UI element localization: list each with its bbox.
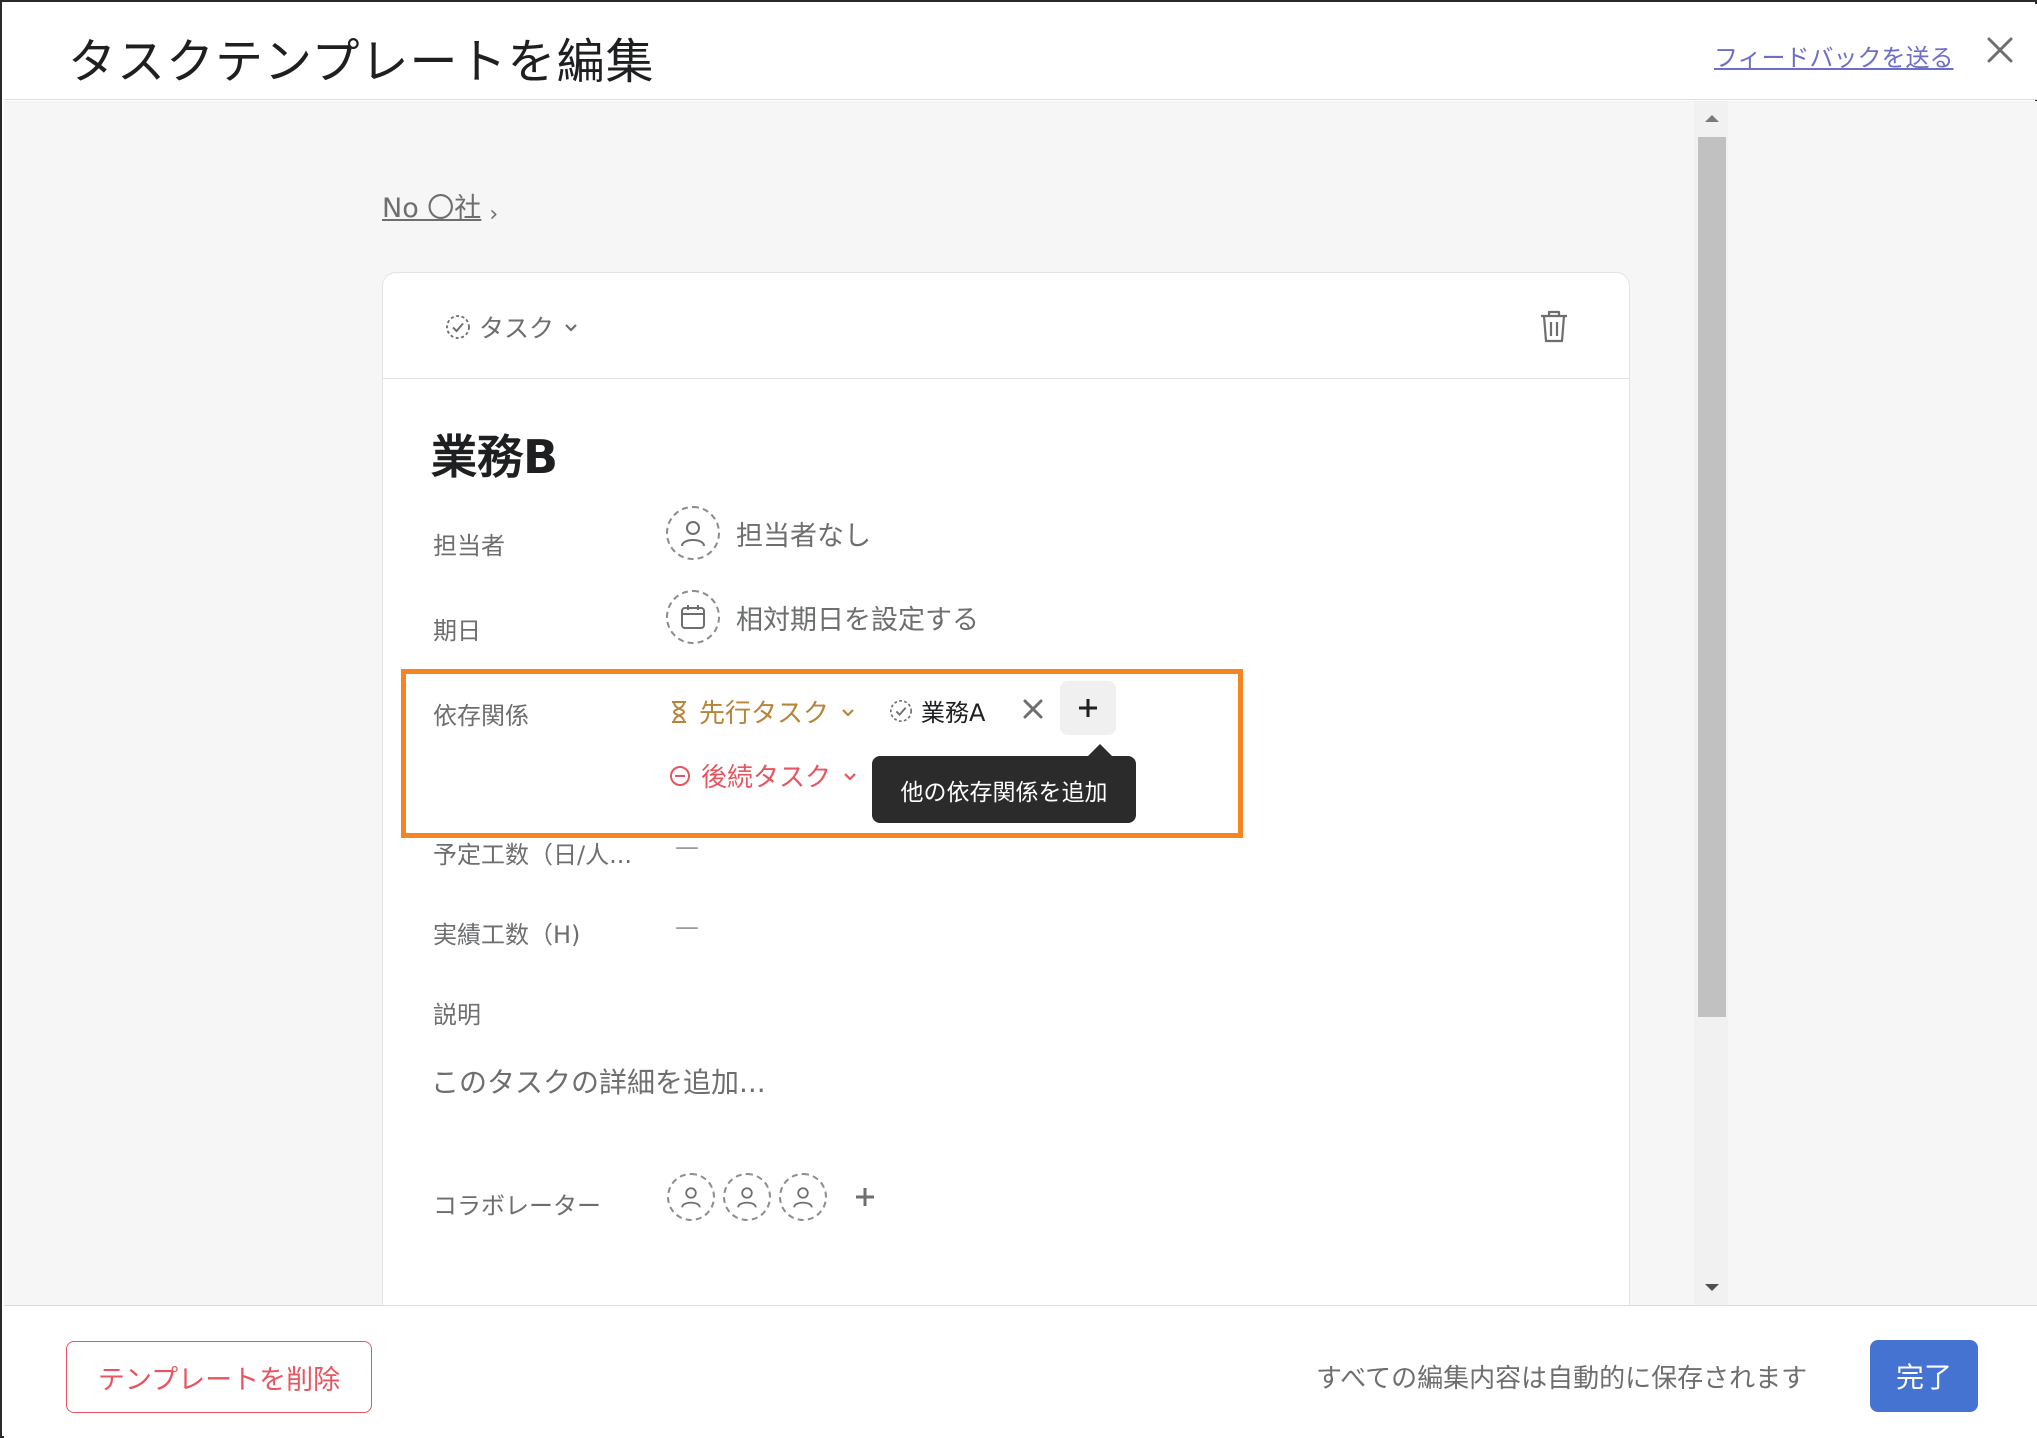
main-area: No 〇社 › タスク 業務B 担当者 担当者なし 期日 相対期日を設定する 依… [4,101,2037,1305]
successor-dropdown[interactable]: 後続タスク [669,757,859,794]
feedback-link[interactable]: フィードバックを送る [1714,38,1954,73]
collaborator-avatar[interactable] [779,1173,827,1221]
minus-circle-icon [669,765,691,787]
scroll-down-arrow-icon[interactable] [1700,1281,1724,1295]
remove-dependency-icon[interactable] [1019,695,1047,723]
plus-icon [1076,696,1100,720]
collaborator-avatar[interactable] [667,1173,715,1221]
task-title[interactable]: 業務B [431,421,558,487]
person-icon [666,506,720,560]
predecessor-task-chip[interactable]: 業務A [889,693,985,728]
dialog-footer: テンプレートを削除 すべての編集内容は自動的に保存されます 完了 [4,1305,2037,1438]
scrollbar-thumb[interactable] [1698,137,1726,1017]
planned-effort-value[interactable]: — [675,833,699,861]
dialog-title: タスクテンプレートを編集 [68,34,655,90]
task-type-label: タスク [479,314,555,343]
assignee-field[interactable]: 担当者なし [666,506,871,560]
chevron-down-icon [839,703,857,721]
add-collaborator-plus-icon[interactable] [853,1185,877,1209]
description-input[interactable]: このタスクの詳細を追加... [431,1061,766,1101]
close-icon[interactable] [1984,34,2016,66]
dialog-frame: タスクテンプレートを編集 フィードバックを送る No 〇社 › タスク 業務B … [0,0,2037,1438]
due-date-value: 相対期日を設定する [736,604,979,636]
breadcrumb: No 〇社 › [382,186,499,227]
task-type-dropdown[interactable]: タスク [445,309,580,345]
scroll-up-arrow-icon[interactable] [1700,111,1724,125]
due-date-field[interactable]: 相対期日を設定する [666,590,979,644]
actual-effort-label: 実績工数（H) [433,921,581,949]
collaborator-avatar[interactable] [723,1173,771,1221]
predecessor-task-name: 業務A [921,699,986,727]
predecessor-label: 先行タスク [699,699,830,729]
description-label: 説明 [433,1001,481,1029]
assignee-label: 担当者 [433,532,505,560]
hourglass-icon [669,700,689,724]
add-dependency-tooltip: 他の依存関係を追加 [872,744,1136,823]
successor-label: 後続タスク [701,763,832,793]
planned-effort-label: 予定工数（日/人... [433,841,632,869]
add-dependency-button[interactable] [1060,681,1116,735]
predecessor-dropdown[interactable]: 先行タスク [669,693,857,730]
check-circle-icon [445,314,471,340]
delete-template-button[interactable]: テンプレートを削除 [66,1341,372,1413]
task-card-toolbar: タスク [383,273,1629,379]
collaborators-list [667,1173,877,1221]
chevron-down-icon [562,318,580,336]
chevron-right-icon: › [489,202,499,227]
dependency-label: 依存関係 [433,702,529,730]
due-date-label: 期日 [433,617,481,645]
assignee-value: 担当者なし [736,520,871,552]
check-circle-icon [889,699,913,723]
done-button[interactable]: 完了 [1870,1340,1978,1412]
chevron-down-icon [841,767,859,785]
autosave-status: すべての編集内容は自動的に保存されます [1316,1364,1808,1394]
calendar-icon [666,590,720,644]
task-card: タスク 業務B 担当者 担当者なし 期日 相対期日を設定する 依存関係 先行タス… [382,272,1630,1305]
collaborators-label: コラボレーター [433,1192,601,1220]
breadcrumb-project-link[interactable]: No 〇社 [382,193,481,224]
trash-icon[interactable] [1537,307,1571,345]
actual-effort-value[interactable]: — [675,913,699,941]
dialog-header: タスクテンプレートを編集 フィードバックを送る [4,4,2037,100]
